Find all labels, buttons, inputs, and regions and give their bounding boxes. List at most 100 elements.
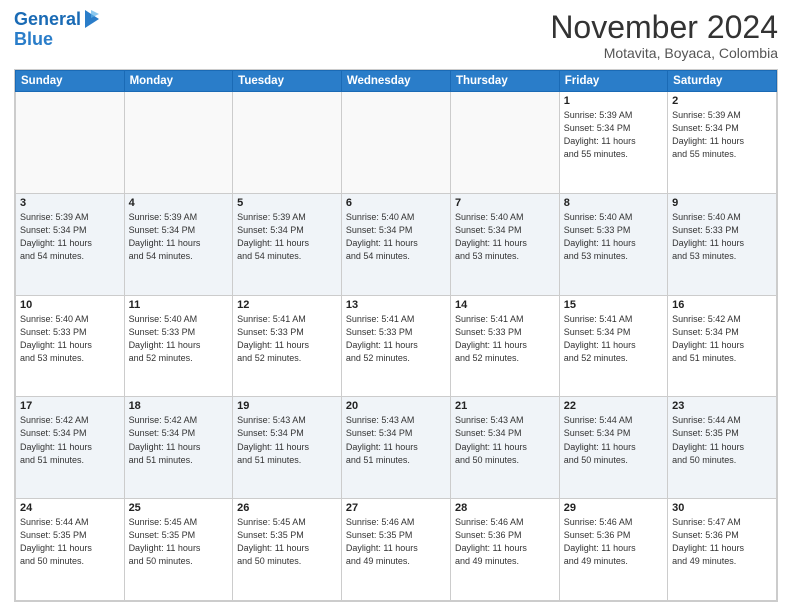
day-info: Sunrise: 5:41 AM Sunset: 5:33 PM Dayligh… (346, 313, 446, 365)
day-cell: 13 Sunrise: 5:41 AM Sunset: 5:33 PM Dayli… (341, 295, 450, 397)
day-info: Sunrise: 5:41 AM Sunset: 5:34 PM Dayligh… (564, 313, 663, 365)
day-number: 17 (20, 400, 120, 412)
day-number: 26 (237, 502, 337, 514)
day-number: 9 (672, 197, 772, 209)
day-cell: 1 Sunrise: 5:39 AM Sunset: 5:34 PM Daylig… (559, 92, 667, 194)
week-row-1: 1 Sunrise: 5:39 AM Sunset: 5:34 PM Daylig… (16, 92, 777, 194)
day-number: 20 (346, 400, 446, 412)
day-number: 23 (672, 400, 772, 412)
header-row: SundayMondayTuesdayWednesdayThursdayFrid… (16, 71, 777, 92)
week-row-5: 24 Sunrise: 5:44 AM Sunset: 5:35 PM Dayli… (16, 499, 777, 601)
week-row-3: 10 Sunrise: 5:40 AM Sunset: 5:33 PM Dayli… (16, 295, 777, 397)
day-cell (124, 92, 233, 194)
day-cell: 11Sunrise: 5:40 AM Sunset: 5:33 PM Dayli… (124, 295, 233, 397)
day-cell: 16Sunrise: 5:42 AM Sunset: 5:34 PM Dayli… (668, 295, 777, 397)
day-info: Sunrise: 5:46 AM Sunset: 5:36 PM Dayligh… (564, 516, 663, 568)
day-number: 19 (237, 400, 337, 412)
day-header-sunday: Sunday (16, 71, 125, 92)
day-info: Sunrise: 5:46 AM Sunset: 5:35 PM Dayligh… (346, 516, 446, 568)
day-cell: 19 Sunrise: 5:43 AM Sunset: 5:34 PM Dayli… (233, 397, 342, 499)
logo-text: General (14, 10, 81, 30)
title-block: November 2024 Motavita, Boyaca, Colombia (550, 10, 778, 61)
location: Motavita, Boyaca, Colombia (550, 45, 778, 61)
day-cell (450, 92, 559, 194)
day-cell: 8 Sunrise: 5:40 AM Sunset: 5:33 PM Daylig… (559, 193, 667, 295)
day-cell: 4 Sunrise: 5:39 AM Sunset: 5:34 PM Daylig… (124, 193, 233, 295)
day-header-wednesday: Wednesday (341, 71, 450, 92)
day-header-friday: Friday (559, 71, 667, 92)
day-cell: 5 Sunrise: 5:39 AM Sunset: 5:34 PM Daylig… (233, 193, 342, 295)
day-number: 27 (346, 502, 446, 514)
day-cell: 27 Sunrise: 5:46 AM Sunset: 5:35 PM Dayli… (341, 499, 450, 601)
calendar-body: 1 Sunrise: 5:39 AM Sunset: 5:34 PM Daylig… (16, 92, 777, 601)
calendar: SundayMondayTuesdayWednesdayThursdayFrid… (14, 69, 778, 602)
day-cell: 7 Sunrise: 5:40 AM Sunset: 5:34 PM Daylig… (450, 193, 559, 295)
day-cell: 2Sunrise: 5:39 AM Sunset: 5:34 PM Daylig… (668, 92, 777, 194)
day-cell: 20 Sunrise: 5:43 AM Sunset: 5:34 PM Dayli… (341, 397, 450, 499)
day-info: Sunrise: 5:40 AM Sunset: 5:33 PM Dayligh… (564, 211, 663, 263)
day-number: 28 (455, 502, 555, 514)
day-header-tuesday: Tuesday (233, 71, 342, 92)
day-number: 30 (672, 502, 772, 514)
day-info: Sunrise: 5:42 AM Sunset: 5:34 PM Dayligh… (129, 414, 229, 466)
day-info: Sunrise: 5:43 AM Sunset: 5:34 PM Dayligh… (455, 414, 555, 466)
day-cell: 22 Sunrise: 5:44 AM Sunset: 5:34 PM Dayli… (559, 397, 667, 499)
day-number: 3 (20, 197, 120, 209)
day-info: Sunrise: 5:39 AM Sunset: 5:34 PM Dayligh… (564, 109, 663, 161)
logo: General Blue (14, 10, 101, 50)
page: General Blue November 2024 Motavita, Boy… (0, 0, 792, 612)
logo-icon (83, 8, 101, 30)
day-cell (341, 92, 450, 194)
day-cell: 30 Sunrise: 5:47 AM Sunset: 5:36 PM Dayli… (668, 499, 777, 601)
week-row-2: 3 Sunrise: 5:39 AM Sunset: 5:34 PM Daylig… (16, 193, 777, 295)
day-number: 29 (564, 502, 663, 514)
logo-blue-text: Blue (14, 29, 53, 49)
day-info: Sunrise: 5:46 AM Sunset: 5:36 PM Dayligh… (455, 516, 555, 568)
day-number: 22 (564, 400, 663, 412)
day-cell: 23Sunrise: 5:44 AM Sunset: 5:35 PM Dayli… (668, 397, 777, 499)
day-info: Sunrise: 5:39 AM Sunset: 5:34 PM Dayligh… (237, 211, 337, 263)
day-number: 1 (564, 95, 663, 107)
day-cell: 18Sunrise: 5:42 AM Sunset: 5:34 PM Dayli… (124, 397, 233, 499)
day-header-monday: Monday (124, 71, 233, 92)
day-cell: 26 Sunrise: 5:45 AM Sunset: 5:35 PM Dayli… (233, 499, 342, 601)
day-info: Sunrise: 5:40 AM Sunset: 5:34 PM Dayligh… (346, 211, 446, 263)
day-number: 2 (672, 95, 772, 107)
day-info: Sunrise: 5:42 AM Sunset: 5:34 PM Dayligh… (672, 313, 772, 365)
day-number: 10 (20, 299, 120, 311)
day-cell: 24 Sunrise: 5:44 AM Sunset: 5:35 PM Dayli… (16, 499, 125, 601)
calendar-table: SundayMondayTuesdayWednesdayThursdayFrid… (15, 70, 777, 601)
day-info: Sunrise: 5:40 AM Sunset: 5:33 PM Dayligh… (20, 313, 120, 365)
day-info: Sunrise: 5:43 AM Sunset: 5:34 PM Dayligh… (237, 414, 337, 466)
day-cell: 15 Sunrise: 5:41 AM Sunset: 5:34 PM Dayli… (559, 295, 667, 397)
day-cell: 17 Sunrise: 5:42 AM Sunset: 5:34 PM Dayli… (16, 397, 125, 499)
day-number: 12 (237, 299, 337, 311)
day-info: Sunrise: 5:45 AM Sunset: 5:35 PM Dayligh… (129, 516, 229, 568)
day-number: 8 (564, 197, 663, 209)
day-number: 13 (346, 299, 446, 311)
day-number: 6 (346, 197, 446, 209)
day-cell: 10 Sunrise: 5:40 AM Sunset: 5:33 PM Dayli… (16, 295, 125, 397)
day-number: 14 (455, 299, 555, 311)
day-cell (16, 92, 125, 194)
day-cell: 9Sunrise: 5:40 AM Sunset: 5:33 PM Daylig… (668, 193, 777, 295)
day-info: Sunrise: 5:44 AM Sunset: 5:35 PM Dayligh… (20, 516, 120, 568)
day-info: Sunrise: 5:45 AM Sunset: 5:35 PM Dayligh… (237, 516, 337, 568)
day-info: Sunrise: 5:47 AM Sunset: 5:36 PM Dayligh… (672, 516, 772, 568)
day-info: Sunrise: 5:44 AM Sunset: 5:34 PM Dayligh… (564, 414, 663, 466)
day-info: Sunrise: 5:41 AM Sunset: 5:33 PM Dayligh… (455, 313, 555, 365)
day-info: Sunrise: 5:41 AM Sunset: 5:33 PM Dayligh… (237, 313, 337, 365)
day-number: 5 (237, 197, 337, 209)
day-info: Sunrise: 5:39 AM Sunset: 5:34 PM Dayligh… (129, 211, 229, 263)
day-cell: 25Sunrise: 5:45 AM Sunset: 5:35 PM Dayli… (124, 499, 233, 601)
day-info: Sunrise: 5:42 AM Sunset: 5:34 PM Dayligh… (20, 414, 120, 466)
day-number: 4 (129, 197, 229, 209)
day-cell: 12 Sunrise: 5:41 AM Sunset: 5:33 PM Dayli… (233, 295, 342, 397)
day-info: Sunrise: 5:43 AM Sunset: 5:34 PM Dayligh… (346, 414, 446, 466)
day-number: 15 (564, 299, 663, 311)
day-info: Sunrise: 5:40 AM Sunset: 5:34 PM Dayligh… (455, 211, 555, 263)
month-title: November 2024 (550, 10, 778, 45)
day-number: 7 (455, 197, 555, 209)
day-number: 24 (20, 502, 120, 514)
day-info: Sunrise: 5:39 AM Sunset: 5:34 PM Dayligh… (20, 211, 120, 263)
